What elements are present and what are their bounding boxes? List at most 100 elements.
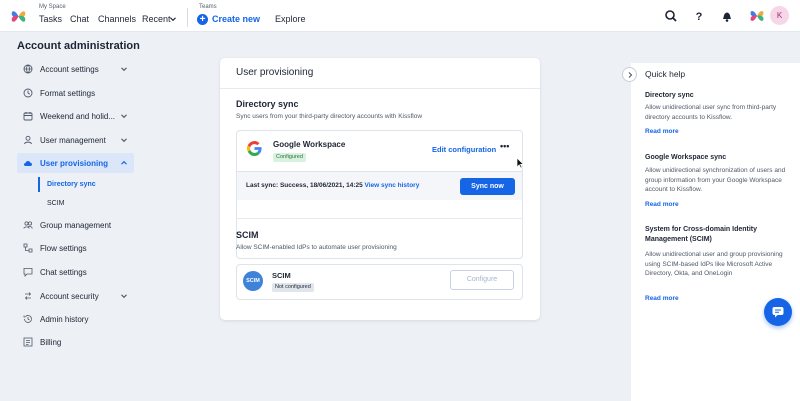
sidebar-item-label: Account security	[40, 292, 99, 301]
nav-chat[interactable]: Chat	[70, 14, 89, 24]
mouse-cursor-icon	[516, 157, 524, 169]
sidebar-item-billing[interactable]: Billing	[17, 332, 134, 352]
nav-divider	[187, 8, 188, 27]
sidebar-item-label: Format settings	[40, 89, 96, 98]
sidebar-item-account-security[interactable]: Account security	[17, 286, 134, 306]
status-badge: Not configured	[272, 283, 314, 292]
chevron-down-icon[interactable]	[120, 112, 128, 120]
quick-help-title: Quick help	[645, 69, 686, 79]
sidebar-item-chat-settings[interactable]: Chat settings	[17, 262, 134, 282]
svg-text:?: ?	[696, 11, 703, 23]
bell-icon[interactable]	[719, 8, 735, 24]
chevron-down-icon[interactable]	[120, 136, 128, 144]
sidebar-item-label: Chat settings	[40, 268, 87, 277]
globe-icon	[23, 64, 33, 74]
help-heading: Directory sync	[645, 92, 694, 99]
configure-button[interactable]: Configure	[450, 270, 514, 290]
last-sync-text: Last sync: Success, 18/06/2021, 14:25	[246, 182, 363, 189]
kissflow-app-icon[interactable]	[748, 7, 766, 25]
sync-now-button[interactable]: Sync now	[460, 178, 515, 195]
collapse-panel-button[interactable]	[622, 67, 637, 82]
user-icon	[24, 135, 32, 145]
cloud-icon	[24, 160, 32, 166]
more-options-icon[interactable]: •••	[500, 142, 512, 151]
chevron-down-icon[interactable]	[120, 65, 128, 73]
help-heading: System for Cross-domain Identity Managem…	[645, 226, 758, 243]
chevron-right-icon	[628, 72, 633, 78]
google-workspace-box: Google Workspace Configured Edit configu…	[236, 130, 523, 259]
avatar[interactable]: K	[770, 6, 789, 25]
read-more-link[interactable]: Read more	[645, 201, 679, 208]
scim-box: SCIM SCIM Not configured Configure	[236, 264, 523, 300]
last-sync-status: Last sync: Success, 18/06/2021, 14:25 Vi…	[246, 182, 419, 189]
chat-support-button[interactable]	[764, 298, 792, 326]
read-more-link[interactable]: Read more	[645, 295, 679, 302]
sidebar-item-group-management[interactable]: Group management	[17, 215, 134, 235]
scim-title: SCIM	[236, 230, 259, 240]
directory-sync-title: Directory sync	[236, 99, 299, 109]
sidebar-item-flow-settings[interactable]: Flow settings	[17, 238, 134, 258]
scim-description: Allow SCIM-enabled IdPs to automate user…	[236, 244, 397, 251]
sidebar-item-label: Group management	[40, 221, 112, 230]
directory-sync-description: Sync users from your third-party directo…	[236, 113, 423, 120]
chat-bubble-icon	[23, 268, 33, 277]
nav-channels[interactable]: Channels	[98, 14, 136, 24]
help-text: Allow unidirectional user sync from thir…	[645, 104, 777, 121]
sidebar-item-account-settings[interactable]: Account settings	[17, 59, 134, 79]
sidebar-item-weekend-holidays[interactable]: Weekend and holid...	[17, 106, 134, 126]
flow-icon	[23, 243, 33, 253]
top-navigation-bar: My Space Tasks Chat Channels Recent Team…	[0, 0, 800, 32]
sidebar-subitem-scim[interactable]: SCIM	[47, 200, 65, 207]
help-icon[interactable]: ?	[691, 8, 707, 24]
my-space-caption: My Space	[39, 4, 66, 10]
active-sub-item-indicator	[38, 177, 40, 192]
create-new-label: Create new	[212, 14, 261, 24]
sync-footer: Last sync: Success, 18/06/2021, 14:25 Vi…	[237, 171, 522, 200]
kissflow-logo[interactable]	[9, 7, 28, 26]
help-text: Allow unidirectional user and group prov…	[645, 251, 783, 277]
scim-name: SCIM	[272, 271, 291, 280]
help-heading: Google Workspace sync	[645, 154, 727, 161]
group-icon	[23, 221, 33, 229]
sidebar-subitem-directory-sync[interactable]: Directory sync	[47, 181, 96, 188]
user-provisioning-card: User provisioning Directory sync Sync us…	[220, 58, 540, 320]
view-sync-history-link[interactable]: View sync history	[365, 182, 420, 189]
nav-recent[interactable]: Recent	[142, 14, 171, 24]
history-icon	[23, 315, 32, 323]
clock-icon	[23, 88, 33, 98]
help-text: Allow unidirectional synchronization of …	[645, 167, 786, 193]
status-badge: Configured	[273, 153, 306, 162]
section-divider	[236, 218, 523, 219]
sidebar-item-user-management[interactable]: User management	[17, 130, 134, 150]
chevron-down-icon[interactable]	[169, 15, 177, 23]
sidebar-item-admin-history[interactable]: Admin history	[17, 309, 134, 329]
chevron-up-icon[interactable]	[120, 159, 128, 167]
search-icon[interactable]	[663, 8, 679, 24]
billing-icon	[23, 337, 33, 347]
provider-name: Google Workspace	[273, 140, 346, 149]
edit-configuration-link[interactable]: Edit configuration	[432, 145, 496, 154]
teams-caption: Teams	[199, 4, 217, 10]
nav-tasks[interactable]: Tasks	[39, 14, 62, 24]
security-icon	[24, 292, 32, 300]
divider	[220, 88, 540, 89]
sidebar-item-label: Account settings	[40, 65, 99, 74]
sidebar-item-label: User provisioning	[40, 159, 109, 168]
sidebar-item-label: User management	[40, 136, 106, 145]
page-title: Account administration	[17, 40, 140, 52]
sidebar-item-label: Billing	[40, 338, 62, 347]
read-more-link[interactable]: Read more	[645, 128, 679, 135]
sidebar-item-label: Admin history	[40, 315, 89, 324]
create-new-button[interactable]: + Create new	[197, 13, 260, 25]
nav-explore[interactable]: Explore	[275, 14, 306, 24]
calendar-icon	[23, 112, 33, 121]
sidebar-item-label: Weekend and holid...	[40, 112, 116, 121]
sidebar-item-label: Flow settings	[40, 244, 87, 253]
card-title: User provisioning	[236, 67, 314, 78]
scim-logo-icon: SCIM	[243, 271, 263, 291]
plus-icon: +	[197, 13, 208, 25]
chevron-down-icon[interactable]	[120, 292, 128, 300]
sidebar-item-format-settings[interactable]: Format settings	[17, 83, 134, 103]
chat-icon	[772, 307, 784, 318]
sidebar-item-user-provisioning[interactable]: User provisioning	[17, 153, 134, 173]
